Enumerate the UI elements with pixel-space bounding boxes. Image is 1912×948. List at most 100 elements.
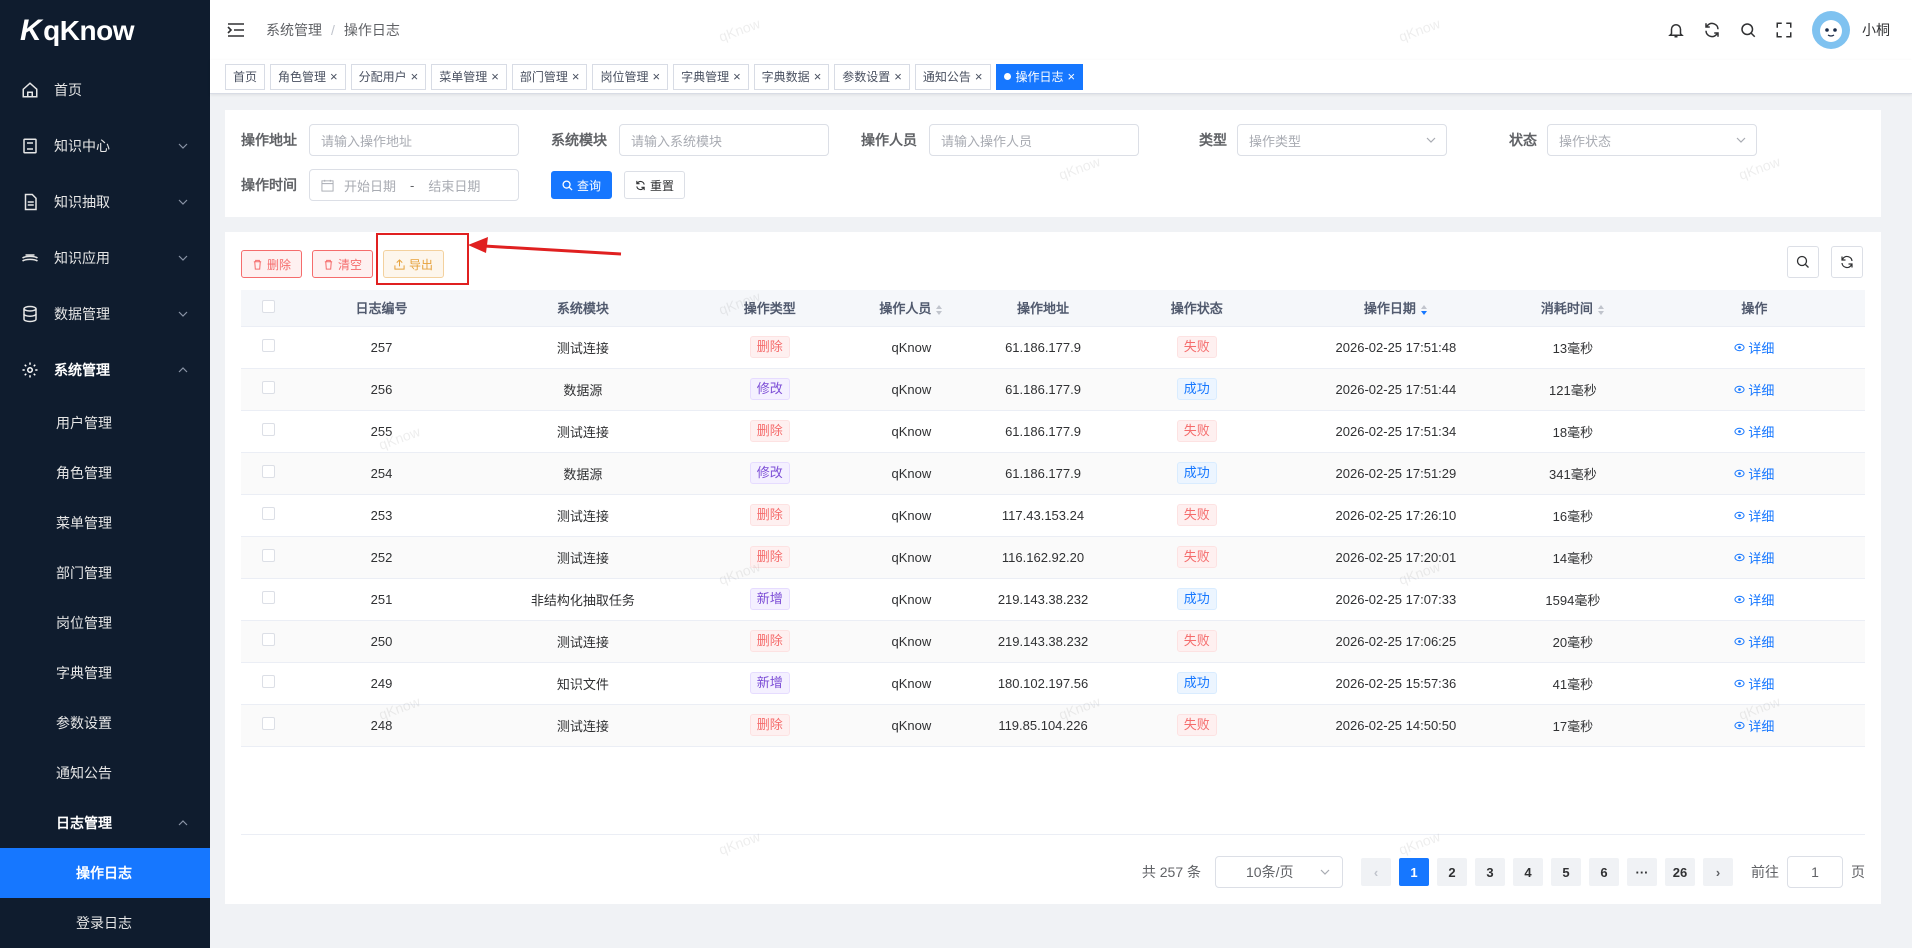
page-button[interactable]: 26 <box>1665 858 1695 886</box>
tag-posts[interactable]: 岗位管理 × <box>592 63 669 90</box>
row-checkbox[interactable] <box>262 465 276 478</box>
sidebar-item-home[interactable]: 首页 <box>0 62 210 118</box>
close-icon[interactable]: × <box>572 69 580 84</box>
page-button[interactable]: 2 <box>1437 858 1467 886</box>
row-checkbox[interactable] <box>262 339 276 352</box>
close-icon[interactable]: × <box>411 69 419 84</box>
detail-link[interactable]: 详细 <box>1734 632 1774 651</box>
detail-link[interactable]: 详细 <box>1734 590 1774 609</box>
close-icon[interactable]: × <box>330 69 338 84</box>
sidebar-item-knowledge-center[interactable]: 知识中心 <box>0 118 210 174</box>
detail-link[interactable]: 详细 <box>1734 506 1774 525</box>
col-header-user[interactable]: 操作人员 <box>840 290 983 327</box>
module-input[interactable]: 请输入系统模块 <box>619 124 829 156</box>
detail-link[interactable]: 详细 <box>1734 380 1774 399</box>
close-icon[interactable]: × <box>975 69 983 84</box>
bell-icon[interactable] <box>1666 20 1686 40</box>
row-checkbox[interactable] <box>262 633 276 646</box>
query-button[interactable]: 查询 <box>551 171 613 199</box>
clear-button[interactable]: 清空 <box>312 250 374 278</box>
row-checkbox[interactable] <box>262 675 276 688</box>
page-button[interactable]: 4 <box>1513 858 1543 886</box>
goto-page-input[interactable]: 1 <box>1787 856 1843 888</box>
next-page-button[interactable]: › <box>1703 858 1733 886</box>
sidebar-item-knowledge-app[interactable]: 知识应用 <box>0 230 210 286</box>
collapse-menu-icon[interactable] <box>226 20 246 40</box>
sidebar-item-users[interactable]: 用户管理 <box>0 398 210 448</box>
row-checkbox[interactable] <box>262 591 276 604</box>
sidebar-item-log-group[interactable]: 日志管理 <box>0 798 210 848</box>
close-icon[interactable]: × <box>491 69 499 84</box>
tag-oper-log[interactable]: 操作日志 × <box>995 63 1084 90</box>
row-checkbox[interactable] <box>262 507 276 520</box>
sidebar-item-config[interactable]: 参数设置 <box>0 698 210 748</box>
detail-link[interactable]: 详细 <box>1734 716 1774 735</box>
tag-dict-data[interactable]: 字典数据 × <box>753 63 830 90</box>
sort-icon[interactable] <box>1597 304 1605 316</box>
status-select[interactable]: 操作状态 <box>1547 124 1757 156</box>
sidebar-item-login-log[interactable]: 登录日志 <box>0 898 210 948</box>
type-select[interactable]: 操作类型 <box>1237 124 1447 156</box>
page-button[interactable]: 3 <box>1475 858 1505 886</box>
sidebar-item-dict[interactable]: 字典管理 <box>0 648 210 698</box>
col-header-cost[interactable]: 消耗时间 <box>1502 290 1644 327</box>
app-logo[interactable]: K qKnow <box>0 0 210 62</box>
delete-button[interactable]: 删除 <box>241 250 303 278</box>
tag-menus[interactable]: 菜单管理 × <box>431 63 507 90</box>
sidebar-item-oper-log[interactable]: 操作日志 <box>0 848 210 898</box>
tag-roles[interactable]: 角色管理 × <box>270 63 346 90</box>
sidebar-item-depts[interactable]: 部门管理 <box>0 548 210 598</box>
sort-desc-icon[interactable] <box>1420 304 1428 316</box>
col-header-time[interactable]: 操作日期 <box>1289 290 1503 327</box>
close-icon[interactable]: × <box>1068 69 1076 84</box>
sidebar-item-system[interactable]: 系统管理 <box>0 342 210 398</box>
detail-link[interactable]: 详细 <box>1734 548 1774 567</box>
tag-assign-user[interactable]: 分配用户 × <box>350 63 427 90</box>
row-checkbox[interactable] <box>262 381 276 394</box>
tag-depts[interactable]: 部门管理 × <box>511 63 588 90</box>
page-size-select[interactable]: 10条/页 <box>1215 856 1343 888</box>
row-checkbox[interactable] <box>262 549 276 562</box>
select-all-checkbox[interactable] <box>262 299 276 313</box>
detail-link[interactable]: 详细 <box>1734 464 1774 483</box>
oper-name-input[interactable]: 请输入操作人员 <box>929 124 1139 156</box>
close-icon[interactable]: × <box>733 69 741 84</box>
page-button[interactable]: 6 <box>1589 858 1619 886</box>
sidebar-item-menus[interactable]: 菜单管理 <box>0 498 210 548</box>
sidebar-item-posts[interactable]: 岗位管理 <box>0 598 210 648</box>
detail-link[interactable]: 详细 <box>1734 674 1774 693</box>
close-icon[interactable]: × <box>814 69 822 84</box>
detail-link[interactable]: 详细 <box>1734 338 1774 357</box>
row-checkbox[interactable] <box>262 717 276 730</box>
detail-link[interactable]: 详细 <box>1734 422 1774 441</box>
oper-url-input[interactable]: 请输入操作地址 <box>309 124 519 156</box>
sidebar-item-roles[interactable]: 角色管理 <box>0 448 210 498</box>
row-checkbox[interactable] <box>262 423 276 436</box>
close-icon[interactable]: × <box>894 69 902 84</box>
tag-home[interactable]: 首页 <box>225 63 266 90</box>
avatar[interactable] <box>1812 11 1850 49</box>
date-range-picker[interactable]: 开始日期 - 结束日期 <box>309 169 519 201</box>
toggle-search-button[interactable] <box>1787 246 1819 278</box>
refresh-table-button[interactable] <box>1831 246 1863 278</box>
tag-notice[interactable]: 通知公告 × <box>914 63 991 90</box>
search-icon[interactable] <box>1738 20 1758 40</box>
end-date-placeholder[interactable]: 结束日期 <box>428 176 480 195</box>
tag-config[interactable]: 参数设置 × <box>834 63 910 90</box>
close-icon[interactable]: × <box>652 69 660 84</box>
start-date-placeholder[interactable]: 开始日期 <box>344 176 396 195</box>
sidebar-item-knowledge-extract[interactable]: 知识抽取 <box>0 174 210 230</box>
prev-page-button[interactable]: ‹ <box>1361 858 1391 886</box>
fullscreen-icon[interactable] <box>1774 20 1794 40</box>
breadcrumb-item[interactable]: 系统管理 <box>266 20 322 40</box>
refresh-icon[interactable] <box>1702 20 1722 40</box>
page-ellipsis[interactable]: ··· <box>1627 858 1657 886</box>
reset-button[interactable]: 重置 <box>624 171 686 199</box>
page-button[interactable]: 5 <box>1551 858 1581 886</box>
sort-icon[interactable] <box>935 304 943 316</box>
username[interactable]: 小桐 <box>1862 20 1890 40</box>
page-button[interactable]: 1 <box>1399 858 1429 886</box>
sidebar-item-data-manage[interactable]: 数据管理 <box>0 286 210 342</box>
tag-dict[interactable]: 字典管理 × <box>673 63 749 90</box>
sidebar-item-notice[interactable]: 通知公告 <box>0 748 210 798</box>
